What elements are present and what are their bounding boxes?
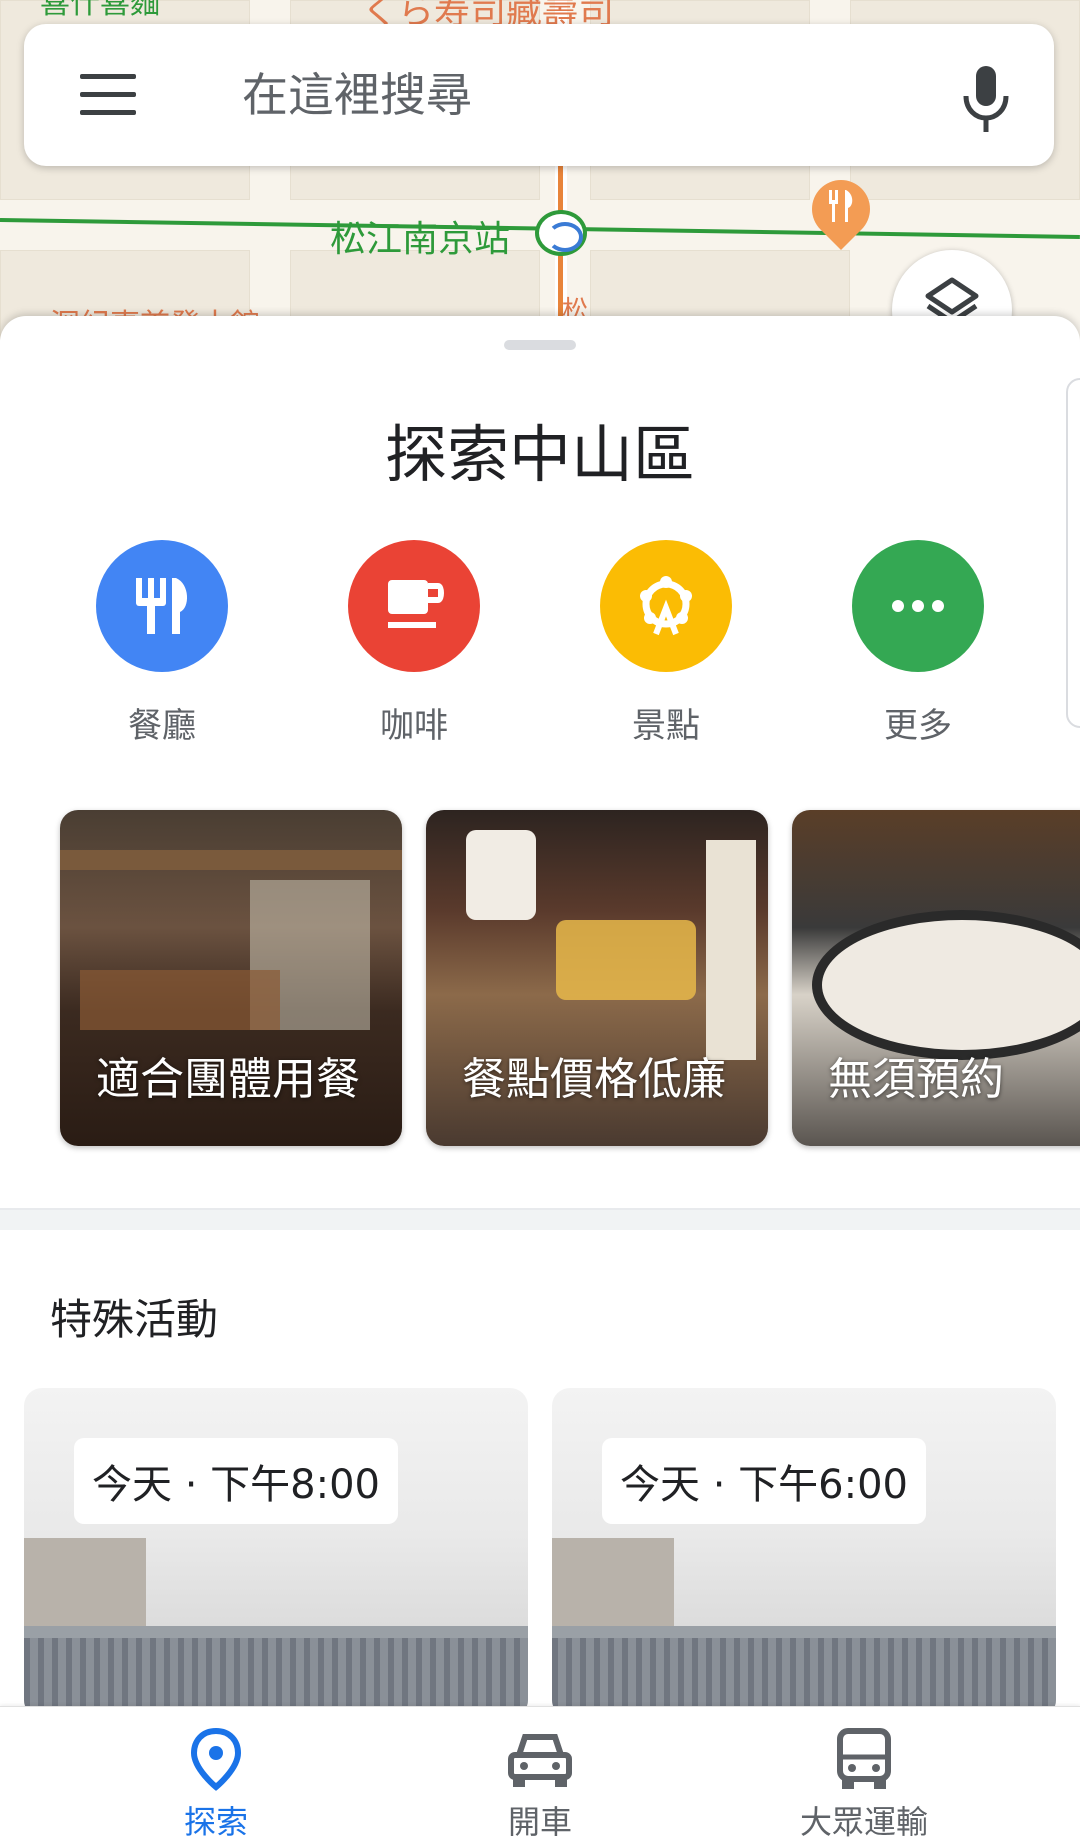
explore-sheet[interactable]: 探索中山區 餐廳 咖啡 景點 更多 適合團體用餐 餐點價格低廉 無須預約 特殊活… bbox=[0, 316, 1080, 1706]
card-photo bbox=[812, 910, 1080, 1060]
category-label: 餐廳 bbox=[128, 706, 196, 746]
event-photo bbox=[24, 1638, 528, 1706]
search-bar[interactable] bbox=[24, 24, 1054, 166]
car-icon bbox=[508, 1734, 572, 1787]
nav-label: 探索 bbox=[183, 1803, 248, 1841]
card-photo bbox=[706, 840, 756, 1060]
card-photo bbox=[466, 830, 536, 920]
more-icon bbox=[892, 600, 944, 612]
card-photo bbox=[60, 850, 402, 870]
filter-card-row: 適合團體用餐 餐點價格低廉 無須預約 bbox=[0, 810, 1080, 1150]
card-photo bbox=[556, 920, 696, 1000]
category-circle bbox=[852, 540, 984, 672]
event-card[interactable]: 今天 · 下午8:00 bbox=[24, 1388, 528, 1706]
sheet-drag-handle[interactable] bbox=[504, 340, 576, 350]
nav-transit[interactable]: 大眾運輸 bbox=[714, 1727, 1014, 1843]
category-label: 咖啡 bbox=[380, 706, 448, 746]
category-more[interactable]: 更多 bbox=[818, 540, 1018, 747]
map-label: 喜什喜麵 bbox=[40, 0, 160, 21]
station-label[interactable]: 松江南京站 bbox=[330, 210, 510, 262]
event-card[interactable]: 今天 · 下午6:00 bbox=[552, 1388, 1056, 1706]
filter-card-cheap[interactable]: 餐點價格低廉 bbox=[426, 810, 768, 1146]
attraction-icon bbox=[640, 576, 692, 636]
card-label: 無須預約 bbox=[828, 1054, 1004, 1105]
filter-card-no-reservation[interactable]: 無須預約 bbox=[792, 810, 1080, 1146]
nav-label: 大眾運輸 bbox=[799, 1803, 928, 1841]
card-label: 適合團體用餐 bbox=[96, 1054, 360, 1105]
card-photo bbox=[80, 970, 280, 1030]
category-circle bbox=[348, 540, 480, 672]
category-row: 餐廳 咖啡 景點 更多 bbox=[0, 540, 1080, 746]
event-photo bbox=[552, 1638, 1056, 1706]
coffee-icon bbox=[388, 580, 444, 628]
sheet-title: 探索中山區 bbox=[384, 418, 695, 491]
bottom-navigation: 探索 開車 大眾運輸 bbox=[0, 1706, 1080, 1844]
restaurant-icon bbox=[136, 578, 188, 634]
menu-icon[interactable] bbox=[80, 74, 136, 116]
category-label: 更多 bbox=[884, 706, 952, 746]
section-divider bbox=[0, 1208, 1080, 1230]
bus-icon bbox=[837, 1728, 891, 1789]
maps-screen: 喜什喜麵 くら寿司藏壽司 松江南京站 深紀事首發本館 松 bbox=[0, 0, 1080, 1844]
nav-label: 開車 bbox=[507, 1803, 572, 1841]
event-photo bbox=[552, 1538, 674, 1638]
restaurant-icon bbox=[829, 190, 853, 222]
category-coffee[interactable]: 咖啡 bbox=[314, 540, 514, 747]
event-photo bbox=[24, 1538, 146, 1638]
event-time: 今天 · 下午8:00 bbox=[74, 1438, 398, 1524]
events-section-title: 特殊活動 bbox=[50, 1295, 219, 1344]
filter-card-groups[interactable]: 適合團體用餐 bbox=[60, 810, 402, 1146]
search-input[interactable] bbox=[242, 62, 882, 128]
category-circle bbox=[96, 540, 228, 672]
category-circle bbox=[600, 540, 732, 672]
category-restaurants[interactable]: 餐廳 bbox=[62, 540, 262, 747]
explore-pin-icon bbox=[190, 1727, 242, 1791]
event-time: 今天 · 下午6:00 bbox=[602, 1438, 926, 1524]
nav-driving[interactable]: 開車 bbox=[390, 1727, 690, 1843]
mrt-station-icon[interactable] bbox=[535, 210, 587, 256]
category-label: 景點 bbox=[632, 706, 700, 746]
mic-icon[interactable] bbox=[958, 64, 1014, 134]
nav-explore[interactable]: 探索 bbox=[66, 1727, 366, 1843]
card-label: 餐點價格低廉 bbox=[462, 1054, 726, 1105]
category-attractions[interactable]: 景點 bbox=[566, 540, 766, 747]
